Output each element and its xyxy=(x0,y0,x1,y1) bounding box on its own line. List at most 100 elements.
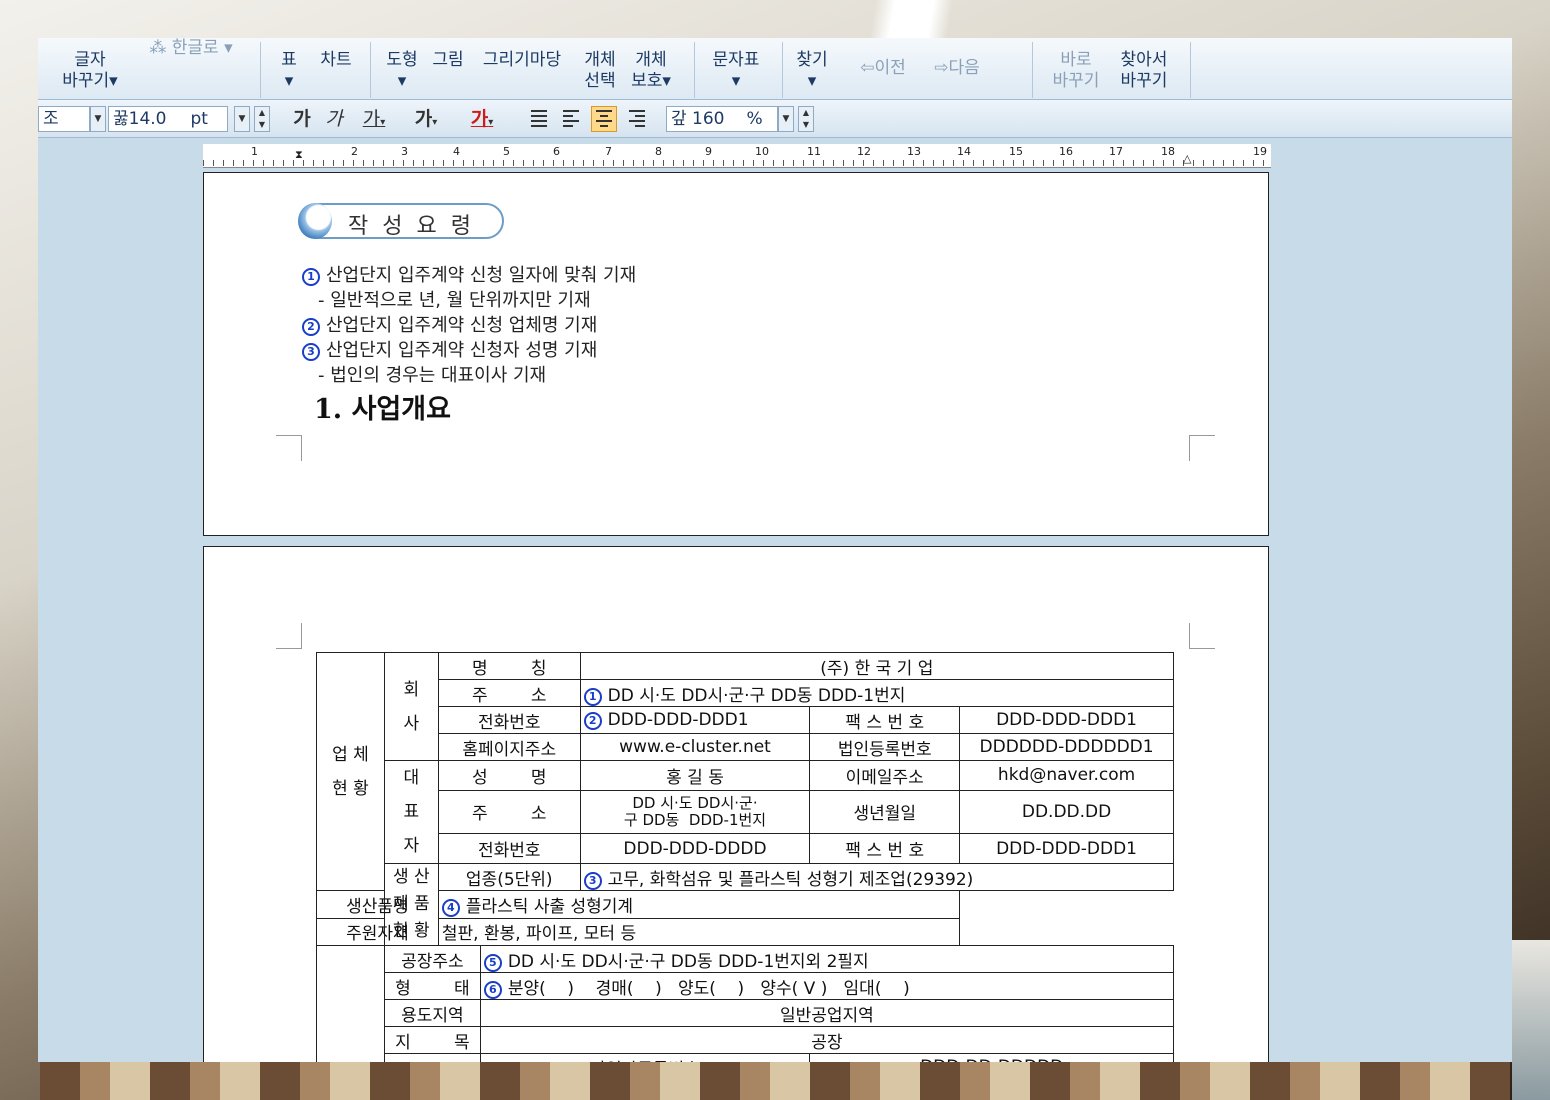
ruler-tick-label: 17 xyxy=(1109,145,1123,158)
product-cell[interactable]: 4 플라스틱 사출 성형기계 xyxy=(437,890,961,919)
representative-subheader: 대 표 자 xyxy=(383,760,439,864)
find-replace-button[interactable]: 찾아서 바꾸기 xyxy=(1112,50,1176,92)
homepage-cell[interactable]: www.e-cluster.net xyxy=(579,733,811,761)
char-change-button[interactable]: 글자 바꾸기▾ xyxy=(50,50,130,92)
ruler-tick-label: 15 xyxy=(1009,145,1023,158)
right-margin-marker-icon[interactable]: △ xyxy=(1183,152,1191,165)
email-cell[interactable]: hkd@naver.com xyxy=(959,760,1174,791)
font-value: 조 xyxy=(43,109,59,129)
hangul-convert-button[interactable]: ⁂ 한글로 ▾ xyxy=(136,38,246,59)
factory-address-cell[interactable]: 5 DD 시·도 DD시·군·구 DD동 DDD-1번지외 2필지 xyxy=(479,945,1175,973)
photo-office-floor xyxy=(40,1062,1510,1100)
bizreg-empty-cell xyxy=(383,1053,481,1062)
char-map-label: 문자표 ▾ xyxy=(712,50,760,91)
bold-button[interactable]: 가 xyxy=(290,104,314,134)
find-prev-button[interactable]: ⇦이전 xyxy=(848,58,918,79)
drawing-gallery-button[interactable]: 그리기마당 xyxy=(476,50,568,71)
zone-label: 용도지역 xyxy=(383,999,481,1027)
corp-reg-cell[interactable]: DDDDDD-DDDDDD1 xyxy=(959,733,1174,761)
rep-address-cell[interactable]: DD 시·도 DD시·군· 구 DD동 DDD-1번지 xyxy=(579,789,811,835)
underline-label: 가 xyxy=(362,108,381,130)
chevron-down-icon[interactable]: ▼ xyxy=(778,106,794,132)
indent-marker-icon[interactable]: ⧗ xyxy=(295,148,303,162)
object-protect-button[interactable]: 개체 보호▾ xyxy=(626,50,676,92)
company-subheader: 회 사 xyxy=(383,652,439,761)
birthdate-cell[interactable]: DD.DD.DD xyxy=(959,789,1174,835)
object-select-button[interactable]: 개체 선택 xyxy=(578,50,622,92)
industry-cell[interactable]: 3 고무, 화학섬유 및 플라스틱 성형기 제조업(29392) xyxy=(579,862,1175,892)
char-map-button[interactable]: 문자표 ▾ xyxy=(704,50,768,92)
rep-phone-label: 전화번호 xyxy=(437,833,581,864)
align-left-icon[interactable] xyxy=(558,106,584,132)
factory-address-value: DD 시·도 DD시·군·구 DD동 DDD-1번지외 2필지 xyxy=(507,951,869,972)
hangul-convert-label: ⁂ 한글로 ▾ xyxy=(149,38,233,58)
material-cell[interactable]: 철판, 환봉, 파이프, 모터 등 xyxy=(437,917,961,947)
shape-button[interactable]: 도형 ▾ xyxy=(382,50,422,92)
object-select-label: 개체 선택 xyxy=(584,50,616,91)
rep-fax-cell[interactable]: DDD-DDD-DDD1 xyxy=(959,833,1174,864)
ribbon-divider xyxy=(782,42,783,98)
badge-circle-icon xyxy=(298,203,332,239)
table-button[interactable]: 표 ▾ xyxy=(272,50,306,92)
line-spacing-input[interactable]: 갚 160% xyxy=(666,106,778,132)
chart-button[interactable]: 차트 xyxy=(314,50,358,71)
ruler-tick-label: 10 xyxy=(755,145,769,158)
document-page-1: 작성요령 1 산업단지 입주계약 신청 일자에 맞춰 기재 - 일반적으로 년, … xyxy=(203,172,1269,536)
company-phone-cell[interactable]: 2 DDD-DDD-DDD1 xyxy=(579,706,811,734)
document-page-2: 업 체 현 황 회 사 명 칭 (주) 한 국 기 업 주 소 1 DD 시·도 … xyxy=(203,546,1269,1062)
company-name-cell[interactable]: (주) 한 국 기 업 xyxy=(579,652,1175,680)
ruler-tick-label: 1 xyxy=(251,145,258,158)
horizontal-ruler[interactable]: 1 2 3 4 5 6 7 8 9 10 11 12 13 14 15 16 1… xyxy=(203,144,1271,168)
land-category-cell[interactable]: 공장 xyxy=(479,1026,1175,1054)
ruler-tick-label: 11 xyxy=(807,145,821,158)
font-select[interactable]: 조 xyxy=(38,106,90,132)
align-right-icon[interactable] xyxy=(624,106,650,132)
email-label: 이메일주소 xyxy=(809,760,961,791)
rep-address-label: 주 소 xyxy=(437,789,581,835)
ribbon-divider xyxy=(1190,42,1191,98)
instruction-text: - 일반적으로 년, 월 단위까지만 기재 xyxy=(318,290,591,311)
land-category-label: 지 목 xyxy=(383,1026,481,1054)
company-status-header: 업 체 현 황 xyxy=(316,651,385,892)
zone-cell[interactable]: 일반공업지역 xyxy=(479,999,1175,1027)
ribbon-divider xyxy=(694,42,695,98)
company-fax-cell[interactable]: DDD-DDD-DDD1 xyxy=(959,706,1174,734)
type-cell[interactable]: 6 분양( ) 경매( ) 양도( ) 양수( V ) 임대( ) xyxy=(479,972,1175,1000)
find-next-button[interactable]: ⇨다음 xyxy=(922,58,992,79)
line-spacing-stepper[interactable]: ▲ ▼ xyxy=(798,106,814,132)
font-size-icon: 꿇 xyxy=(113,109,129,129)
justify-icon[interactable] xyxy=(526,106,552,132)
strike-button[interactable]: 가▾ xyxy=(408,104,444,134)
font-size-value: 14.0 xyxy=(128,109,167,129)
instruction-line: - 일반적으로 년, 월 단위까지만 기재 xyxy=(318,286,591,312)
company-address-cell[interactable]: 1 DD 시·도 DD시·군·구 DD동 DDD-1번지 xyxy=(579,679,1175,707)
font-size-input[interactable]: 꿇14.0 pt xyxy=(108,106,228,132)
font-color-button[interactable]: 가▾ xyxy=(460,104,504,134)
section-heading: 1. 사업개요 xyxy=(314,394,451,425)
industry-label: 업종(5단위) xyxy=(437,862,581,892)
line-spacing-unit: % xyxy=(746,109,763,129)
picture-button[interactable]: 그림 xyxy=(428,50,468,71)
picture-label: 그림 xyxy=(432,50,464,70)
font-size-unit: pt xyxy=(190,109,208,129)
bizreg-cell[interactable]: DDD-DD-DDDDD xyxy=(809,1053,1174,1062)
chevron-down-icon[interactable]: ▼ xyxy=(234,106,250,132)
phone-label: 전화번호 xyxy=(437,706,581,734)
ruler-tick-label: 4 xyxy=(453,145,460,158)
birthdate-label: 생년월일 xyxy=(809,789,961,835)
font-size-stepper[interactable]: ▲ ▼ xyxy=(254,106,270,132)
replace-now-button[interactable]: 바로 바꾸기 xyxy=(1046,50,1106,92)
align-center-icon[interactable] xyxy=(591,106,617,132)
chart-label: 차트 xyxy=(320,50,352,70)
find-button[interactable]: 찾기 ▾ xyxy=(790,50,834,92)
rep-name-cell[interactable]: 홍 길 동 xyxy=(579,760,811,791)
italic-button[interactable]: 가 xyxy=(322,104,346,134)
instruction-text: 산업단지 입주계약 신청자 성명 기재 xyxy=(326,340,598,361)
chevron-down-icon[interactable]: ▼ xyxy=(90,106,106,132)
margin-corner-mark xyxy=(276,623,302,649)
number-4-icon: 4 xyxy=(441,898,460,917)
underline-button[interactable]: 가▾ xyxy=(356,104,392,134)
line-spacing-value: 160 xyxy=(692,109,725,129)
rep-phone-cell[interactable]: DDD-DDD-DDDD xyxy=(579,833,811,864)
ribbon-divider xyxy=(1032,42,1033,98)
